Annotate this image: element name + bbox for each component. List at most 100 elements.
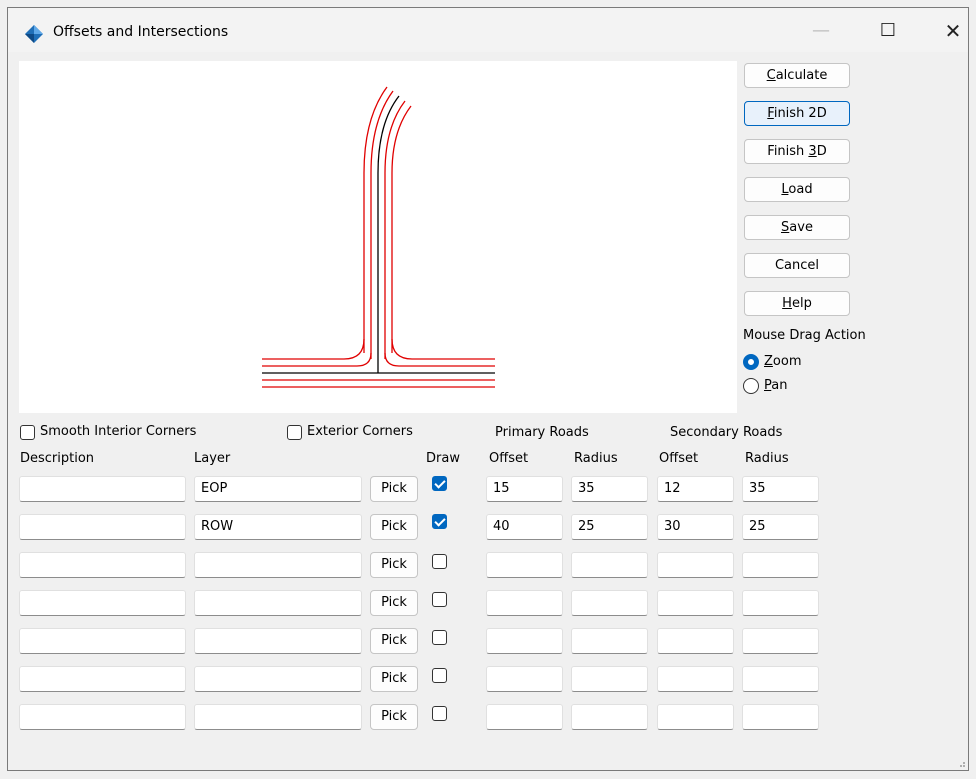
secondary-offset-input[interactable] bbox=[657, 666, 734, 692]
maximize-button[interactable]: ☐ bbox=[868, 18, 908, 44]
primary-offset-input[interactable] bbox=[486, 666, 563, 692]
primary-radius-input[interactable]: 35 bbox=[571, 476, 648, 502]
description-input[interactable] bbox=[19, 552, 186, 578]
smooth-interior-corners-checkbox[interactable] bbox=[20, 425, 35, 440]
draw-checkbox[interactable] bbox=[432, 592, 447, 607]
pan-radio-label[interactable]: Pan bbox=[764, 378, 787, 393]
secondary-radius-column-header: Radius bbox=[745, 451, 789, 466]
primary-radius-input[interactable] bbox=[571, 590, 648, 616]
secondary-offset-input[interactable] bbox=[657, 628, 734, 654]
calculate-label-post: alculate bbox=[775, 68, 828, 83]
zoom-label-rest: oom bbox=[772, 354, 802, 369]
help-button[interactable]: Help bbox=[744, 291, 850, 316]
draw-checkbox[interactable] bbox=[432, 630, 447, 645]
close-button[interactable]: ✕ bbox=[933, 18, 973, 44]
primary-roads-header: Primary Roads bbox=[495, 425, 589, 440]
finish-3d-accel-key: 3 bbox=[808, 144, 817, 159]
description-input[interactable] bbox=[19, 476, 186, 502]
draw-checkbox[interactable] bbox=[432, 706, 447, 721]
secondary-radius-input[interactable]: 25 bbox=[742, 514, 819, 540]
layer-input[interactable] bbox=[194, 666, 362, 692]
secondary-offset-input[interactable] bbox=[657, 552, 734, 578]
primary-offset-input[interactable] bbox=[486, 552, 563, 578]
secondary-radius-input[interactable] bbox=[742, 666, 819, 692]
preview-canvas[interactable] bbox=[19, 61, 737, 413]
calculate-accel-key: C bbox=[766, 68, 776, 83]
primary-radius-input[interactable] bbox=[571, 704, 648, 730]
draw-checkbox[interactable] bbox=[432, 514, 447, 529]
finish-3d-label-pre: Finish bbox=[767, 144, 809, 159]
primary-radius-input[interactable] bbox=[571, 628, 648, 654]
description-input[interactable] bbox=[19, 514, 186, 540]
primary-offset-input[interactable] bbox=[486, 628, 563, 654]
description-input[interactable] bbox=[19, 590, 186, 616]
pick-layer-button[interactable]: Pick bbox=[370, 666, 418, 692]
smooth-interior-corners-label[interactable]: Smooth Interior Corners bbox=[40, 424, 196, 439]
description-input[interactable] bbox=[19, 628, 186, 654]
secondary-radius-input[interactable] bbox=[742, 552, 819, 578]
calculate-button[interactable]: Calculate bbox=[744, 63, 850, 88]
layer-input[interactable]: ROW bbox=[194, 514, 362, 540]
save-label-post: ave bbox=[789, 220, 813, 235]
primary-radius-input[interactable]: 25 bbox=[571, 514, 648, 540]
description-input[interactable] bbox=[19, 704, 186, 730]
primary-radius-input[interactable] bbox=[571, 666, 648, 692]
cancel-label: Cancel bbox=[774, 258, 820, 273]
exterior-corners-label[interactable]: Exterior Corners bbox=[307, 424, 413, 439]
finish-3d-button[interactable]: Finish 3D bbox=[744, 139, 850, 164]
pick-layer-button[interactable]: Pick bbox=[370, 514, 418, 540]
layer-input[interactable] bbox=[194, 628, 362, 654]
secondary-offset-input[interactable]: 12 bbox=[657, 476, 734, 502]
secondary-radius-input[interactable] bbox=[742, 628, 819, 654]
zoom-radio[interactable] bbox=[743, 354, 759, 370]
cancel-button[interactable]: Cancel bbox=[744, 253, 850, 278]
draw-checkbox[interactable] bbox=[432, 668, 447, 683]
resize-grip-icon[interactable] bbox=[956, 758, 966, 768]
primary-offset-column-header: Offset bbox=[489, 451, 529, 466]
primary-offset-input[interactable]: 40 bbox=[486, 514, 563, 540]
pick-layer-button[interactable]: Pick bbox=[370, 704, 418, 730]
primary-radius-input[interactable] bbox=[571, 552, 648, 578]
finish-3d-label-post: D bbox=[816, 144, 827, 159]
description-column-header: Description bbox=[20, 451, 95, 466]
pan-radio[interactable] bbox=[743, 378, 759, 394]
save-button[interactable]: Save bbox=[744, 215, 850, 240]
app-logo-icon bbox=[25, 25, 43, 43]
layer-input[interactable] bbox=[194, 704, 362, 730]
layer-input[interactable] bbox=[194, 552, 362, 578]
pick-layer-button[interactable]: Pick bbox=[370, 552, 418, 578]
layer-column-header: Layer bbox=[194, 451, 231, 466]
pick-layer-button[interactable]: Pick bbox=[370, 590, 418, 616]
intersection-preview-drawing bbox=[262, 86, 495, 388]
layer-input[interactable] bbox=[194, 590, 362, 616]
secondary-row-right bbox=[391, 105, 412, 353]
secondary-radius-input[interactable] bbox=[742, 704, 819, 730]
layer-input[interactable]: EOP bbox=[194, 476, 362, 502]
description-input[interactable] bbox=[19, 666, 186, 692]
title-bar[interactable]: Offsets and Intersections — ☐ ✕ bbox=[8, 8, 968, 52]
draw-checkbox[interactable] bbox=[432, 476, 447, 491]
secondary-offset-input[interactable] bbox=[657, 590, 734, 616]
finish-2d-button[interactable]: Finish 2D bbox=[744, 101, 850, 126]
secondary-radius-input[interactable] bbox=[742, 590, 819, 616]
secondary-offset-input[interactable]: 30 bbox=[657, 514, 734, 540]
primary-offset-input[interactable] bbox=[486, 590, 563, 616]
draw-checkbox[interactable] bbox=[432, 554, 447, 569]
draw-column-header: Draw bbox=[426, 451, 460, 466]
secondary-radius-input[interactable]: 35 bbox=[742, 476, 819, 502]
exterior-corners-checkbox[interactable] bbox=[287, 425, 302, 440]
load-button[interactable]: Load bbox=[744, 177, 850, 202]
primary-offset-input[interactable]: 15 bbox=[486, 476, 563, 502]
offsets-intersections-dialog: Offsets and Intersections — ☐ ✕ Calculat… bbox=[7, 7, 969, 771]
load-label-post: oad bbox=[788, 182, 813, 197]
help-accel-key: H bbox=[782, 296, 792, 311]
primary-offset-input[interactable] bbox=[486, 704, 563, 730]
pan-label-rest: an bbox=[771, 378, 788, 393]
minimize-button[interactable]: — bbox=[801, 18, 841, 44]
pick-layer-button[interactable]: Pick bbox=[370, 628, 418, 654]
secondary-offset-input[interactable] bbox=[657, 704, 734, 730]
zoom-radio-label[interactable]: Zoom bbox=[764, 354, 801, 369]
mouse-drag-heading: Mouse Drag Action bbox=[743, 328, 866, 343]
pick-layer-button[interactable]: Pick bbox=[370, 476, 418, 502]
primary-radius-column-header: Radius bbox=[574, 451, 618, 466]
